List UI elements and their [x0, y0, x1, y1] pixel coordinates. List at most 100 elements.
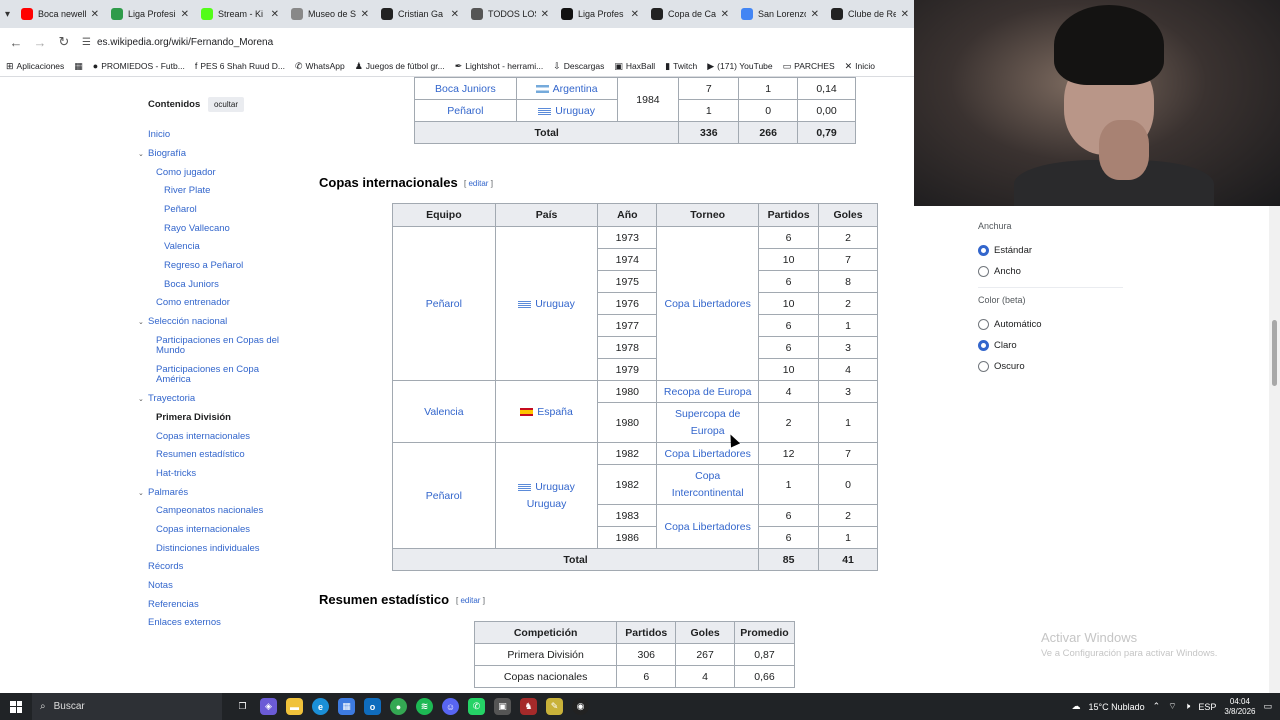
- back-button[interactable]: ←: [4, 35, 28, 50]
- toc-item[interactable]: Peñarol: [164, 205, 197, 215]
- toc-collapse-chevron-icon[interactable]: ⌄: [138, 318, 144, 326]
- toc-item[interactable]: Primera División: [156, 413, 231, 423]
- network-icon[interactable]: ⌔: [1168, 701, 1176, 712]
- bookmark-item[interactable]: ▮ Twitch: [665, 61, 697, 72]
- toc-item[interactable]: Palmarés: [148, 488, 188, 498]
- scrollbar-thumb[interactable]: [1272, 320, 1277, 386]
- browser-tab[interactable]: TODOS LOS ✕: [465, 0, 555, 28]
- toc-item[interactable]: Inicio: [148, 130, 170, 140]
- close-icon[interactable]: ✕: [361, 9, 369, 20]
- color-dark-radio[interactable]: Oscuro: [978, 361, 1025, 372]
- copilot-icon[interactable]: ◈: [260, 698, 277, 715]
- close-icon[interactable]: ✕: [631, 9, 639, 20]
- width-standard-radio[interactable]: Estándar: [978, 245, 1032, 256]
- toc-item[interactable]: Trayectoria: [148, 394, 195, 404]
- team-link[interactable]: Peñarol: [392, 226, 496, 381]
- game-icon[interactable]: ♞: [520, 698, 537, 715]
- edit-link[interactable]: [ editar ]: [464, 179, 493, 188]
- toc-collapse-chevron-icon[interactable]: ⌄: [138, 150, 144, 158]
- tournament-link[interactable]: Copa Intercontinental: [656, 464, 760, 505]
- app-icon[interactable]: ▣: [494, 698, 511, 715]
- tournament-link[interactable]: Copa Libertadores: [656, 442, 760, 465]
- browser-tab[interactable]: Clube de Re ✕: [825, 0, 915, 28]
- toc-item[interactable]: Campeonatos nacionales: [156, 506, 263, 516]
- bookmark-item[interactable]: ⇩ Descargas: [553, 61, 604, 72]
- tournament-link[interactable]: Recopa de Europa: [656, 380, 760, 403]
- toc-item[interactable]: Notas: [148, 581, 173, 591]
- toc-item[interactable]: Rayo Vallecano: [164, 224, 230, 234]
- toc-collapse-chevron-icon[interactable]: ⌄: [138, 489, 144, 497]
- tournament-link[interactable]: Copa Libertadores: [656, 226, 760, 381]
- weather-text[interactable]: 15°C Nublado: [1089, 702, 1145, 712]
- bookmark-item[interactable]: ▭ PARCHES: [783, 61, 835, 72]
- toc-item[interactable]: Resumen estadístico: [156, 450, 245, 460]
- close-icon[interactable]: ✕: [451, 9, 459, 20]
- toc-item[interactable]: Referencias: [148, 600, 199, 610]
- browser-tab[interactable]: Museo de S ✕: [285, 0, 375, 28]
- close-icon[interactable]: ✕: [721, 9, 729, 20]
- bookmark-item[interactable]: ▣ HaxBall: [614, 61, 655, 72]
- country-link[interactable]: Uruguay: [494, 226, 599, 381]
- color-light-radio[interactable]: Claro: [978, 340, 1017, 351]
- team-link[interactable]: Peñarol: [414, 99, 517, 122]
- close-icon[interactable]: ✕: [901, 9, 909, 20]
- start-button[interactable]: [0, 693, 32, 720]
- discord-icon[interactable]: ☺: [442, 698, 459, 715]
- toc-item[interactable]: Valencia: [164, 242, 200, 252]
- edit-link[interactable]: [ editar ]: [456, 596, 485, 605]
- team-link[interactable]: Boca Juniors: [414, 77, 517, 100]
- browser-tab[interactable]: Stream - Ki ✕: [195, 0, 285, 28]
- bookmark-item[interactable]: ✆ WhatsApp: [295, 61, 345, 72]
- store-icon[interactable]: ▦: [338, 698, 355, 715]
- toc-item[interactable]: Enlaces externos: [148, 618, 221, 628]
- bookmark-item[interactable]: ✒ Lightshot - herrami...: [455, 61, 544, 72]
- spotify-icon[interactable]: ≋: [416, 698, 433, 715]
- browser-tab[interactable]: Boca newell ✕: [15, 0, 105, 28]
- toc-item[interactable]: Participaciones en Copas del Mundo: [156, 336, 286, 356]
- tab-search-button[interactable]: ▾: [0, 0, 15, 28]
- bookmark-item[interactable]: f PES 6 Shah Ruud D...: [195, 61, 285, 71]
- browser-tab[interactable]: Cristian Ga ✕: [375, 0, 465, 28]
- tournament-link[interactable]: Copa Libertadores: [656, 504, 760, 549]
- file-explorer-icon[interactable]: ▬: [286, 698, 303, 715]
- bookmark-item[interactable]: ♟ Juegos de fútbol gr...: [355, 61, 445, 72]
- close-icon[interactable]: ✕: [181, 9, 189, 20]
- country-link[interactable]: Uruguay: [515, 99, 618, 122]
- close-icon[interactable]: ✕: [91, 9, 99, 20]
- toc-item[interactable]: Copas internacionales: [156, 525, 250, 535]
- browser-tab[interactable]: San Lorenzo ✕: [735, 0, 825, 28]
- toc-item[interactable]: Regreso a Peñarol: [164, 261, 243, 271]
- toc-item[interactable]: Participaciones en Copa América: [156, 365, 286, 385]
- outlook-icon[interactable]: o: [364, 698, 381, 715]
- notifications-icon[interactable]: ▭: [1263, 701, 1272, 712]
- notes-icon[interactable]: ✎: [546, 698, 563, 715]
- whatsapp-icon[interactable]: ✆: [468, 698, 485, 715]
- toc-item[interactable]: Biografía: [148, 149, 186, 159]
- country-link[interactable]: Uruguay Uruguay: [494, 442, 599, 549]
- browser-tab[interactable]: Copa de Ca ✕: [645, 0, 735, 28]
- bookmark-item[interactable]: ✕ Inicio: [845, 61, 875, 72]
- toc-item[interactable]: Como jugador: [156, 168, 216, 178]
- team-link[interactable]: Peñarol: [392, 442, 496, 549]
- reload-button[interactable]: ↻: [52, 34, 76, 50]
- task-view-icon[interactable]: ❐: [234, 698, 251, 715]
- chrome-icon[interactable]: ●: [390, 698, 407, 715]
- bookmark-item[interactable]: ⊞ Aplicaciones: [6, 61, 64, 72]
- lang-indicator[interactable]: ESP: [1198, 702, 1216, 712]
- url-field[interactable]: ☰ es.wikipedia.org/wiki/Fernando_Morena: [82, 37, 273, 48]
- clock[interactable]: 04:04 3/8/2026: [1224, 697, 1255, 717]
- width-wide-radio[interactable]: Ancho: [978, 266, 1021, 277]
- bookmark-item[interactable]: ▦: [74, 61, 83, 72]
- toc-item[interactable]: Selección nacional: [148, 317, 227, 327]
- edge-icon[interactable]: e: [312, 698, 329, 715]
- toc-collapse-chevron-icon[interactable]: ⌄: [138, 395, 144, 403]
- bookmark-item[interactable]: ▶ (171) YouTube: [707, 61, 772, 72]
- bookmark-item[interactable]: ● PROMIEDOS - Futb...: [93, 61, 185, 71]
- team-link[interactable]: Valencia: [392, 380, 496, 443]
- toc-item[interactable]: Boca Juniors: [164, 280, 219, 290]
- site-info-icon[interactable]: ☰: [82, 37, 91, 48]
- browser-tab[interactable]: Liga Profesi ✕: [105, 0, 195, 28]
- country-link[interactable]: España: [494, 380, 599, 443]
- forward-button[interactable]: →: [28, 35, 52, 50]
- toc-item[interactable]: River Plate: [164, 186, 210, 196]
